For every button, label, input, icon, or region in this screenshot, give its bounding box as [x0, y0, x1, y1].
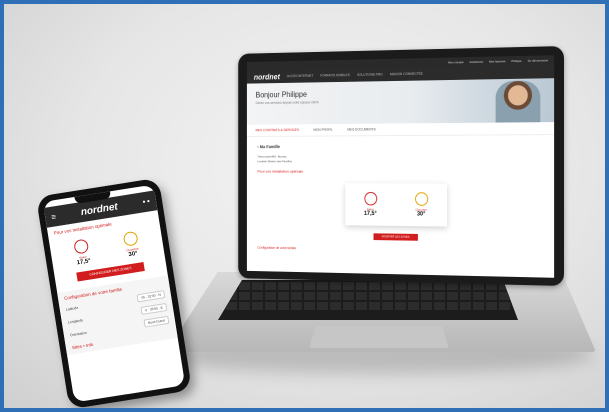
- thermostat-icon: [363, 191, 377, 206]
- nav-item-mobile[interactable]: FORFAITS MOBILES: [320, 73, 349, 77]
- hero-photo: [495, 80, 541, 123]
- site-logo[interactable]: nordnet: [254, 72, 280, 81]
- config-heading: Configuration de votre famille: [257, 245, 297, 251]
- zone-chambre[interactable]: Chambre 30°: [414, 192, 428, 218]
- laptop-trackpad: [309, 326, 449, 348]
- nav-item-pro[interactable]: SOLUTIONS PRO: [357, 73, 383, 77]
- zone-salon[interactable]: Salon 17,5°: [363, 191, 377, 218]
- phone-config-section: Configuration de votre famille Latitude …: [57, 275, 178, 356]
- topbar-link-invoices[interactable]: Mes factures: [489, 59, 506, 63]
- zone-temperature: 30°: [128, 250, 139, 259]
- nav-item-home[interactable]: MAISON CONNECTÉE: [390, 72, 423, 77]
- row-value[interactable]: Nord-Ouest: [143, 315, 170, 328]
- hero-banner: Bonjour Philippe Gérez vos services depu…: [246, 78, 555, 125]
- main-content: ‹ Ma Famille Thermostat #99 - Bureau Loc…: [247, 135, 554, 263]
- modify-zones-button[interactable]: MODIFIER LES ZONES: [373, 233, 418, 241]
- thermostat-icon: [73, 238, 90, 255]
- laptop-keyboard: [218, 280, 518, 320]
- thermostat-icon: [414, 192, 428, 206]
- zones-card: Salon 17,5° Chambre 30°: [345, 183, 447, 226]
- laptop-screen: Mon compte Assistance Mes factures Phili…: [238, 46, 564, 286]
- tab-documents[interactable]: MES DOCUMENTS: [347, 128, 375, 132]
- topbar-logout[interactable]: Se déconnecter: [528, 58, 549, 62]
- phone-device: ≡ nordnet ● ● Pour vos installation opti…: [35, 177, 193, 408]
- user-icon[interactable]: ● ●: [142, 198, 150, 205]
- zone-temperature: 17,5°: [363, 211, 377, 218]
- install-heading: Pour vos installation optimale: [257, 168, 304, 174]
- row-label: Longitude: [67, 318, 84, 325]
- phone-screen: ≡ nordnet ● ● Pour vos installation opti…: [42, 184, 186, 403]
- device-address: Thermostat #99 - Bureau Location Maison …: [257, 154, 542, 163]
- tab-contracts[interactable]: MES CONTRATS & SERVICES: [256, 128, 300, 132]
- menu-icon[interactable]: ≡: [51, 212, 57, 222]
- tab-profile[interactable]: MON PROFIL: [313, 128, 333, 132]
- row-label: Orientation: [69, 330, 88, 338]
- row-value[interactable]: 45 · 32'30 · N: [136, 290, 166, 303]
- image-frame: Mon compte Assistance Mes factures Phili…: [0, 0, 609, 412]
- laptop-display: Mon compte Assistance Mes factures Phili…: [246, 55, 555, 278]
- phone-zone-salon[interactable]: Salon 17,5°: [73, 238, 92, 267]
- topbar-user[interactable]: Philippe: [511, 58, 521, 62]
- topbar-link-account[interactable]: Mon compte: [448, 60, 464, 64]
- topbar-link-support[interactable]: Assistance: [469, 59, 483, 63]
- back-link[interactable]: ‹ Ma Famille: [257, 143, 542, 149]
- row-label: Latitude: [65, 305, 79, 312]
- phone-zone-chambre[interactable]: Chambre 30°: [122, 230, 141, 259]
- zone-temperature: 17,5°: [76, 258, 92, 267]
- zone-temperature: 30°: [416, 211, 426, 218]
- address-line: Location Maison des Familles: [257, 158, 293, 163]
- thermostat-icon: [122, 230, 139, 247]
- nav-item-internet[interactable]: ACCÈS INTERNET: [287, 74, 313, 78]
- back-label: Ma Famille: [259, 144, 280, 150]
- row-value[interactable]: 0 · 35'55 · E: [140, 302, 168, 315]
- phone-logo[interactable]: nordnet: [80, 201, 118, 218]
